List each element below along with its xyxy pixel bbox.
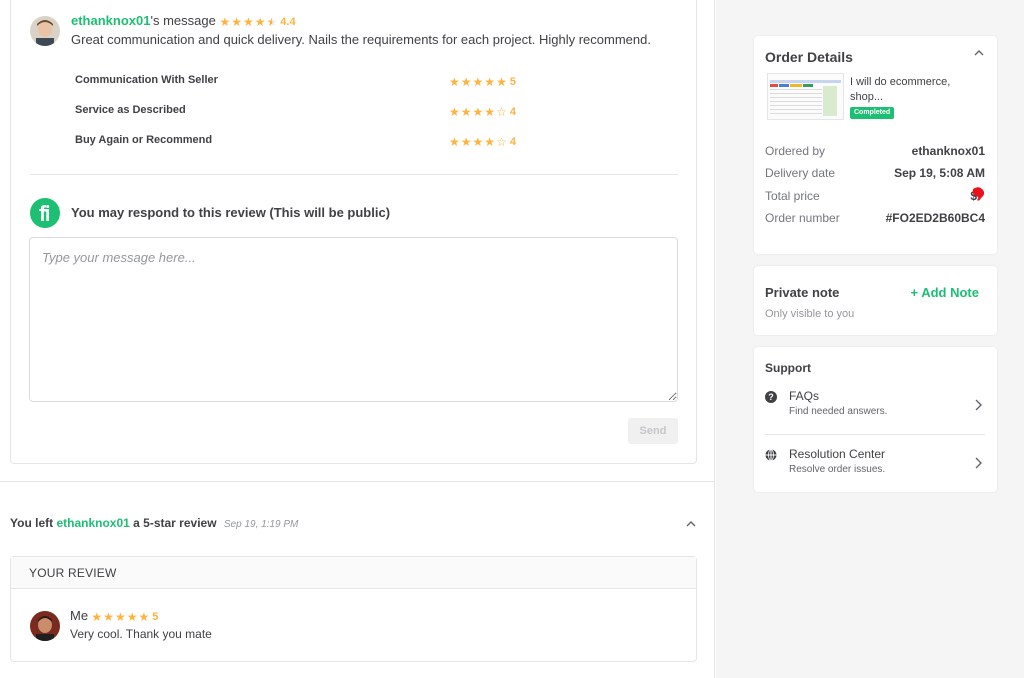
delivery-date-value: Sep 19, 5:08 AM (894, 166, 985, 180)
status-badge: Completed (850, 107, 895, 119)
empty-star-icon: ☆ (496, 134, 507, 149)
gig-title-line: I will do ecommerce, (850, 76, 951, 88)
add-note-button[interactable]: + Add Note (911, 285, 980, 300)
star-icon: ★ (254, 14, 266, 29)
ordered-by-label: Ordered by (765, 144, 826, 158)
star-icon: ★ (449, 134, 460, 149)
star-icon: ★ (114, 609, 126, 624)
fiverr-logo-icon (30, 198, 60, 228)
breakdown-label-communication: Communication With Seller (75, 74, 218, 86)
section-divider (30, 174, 678, 175)
chevron-right-icon (972, 398, 984, 412)
gig-title[interactable]: I will do ecommerce, shop... (850, 75, 950, 105)
private-note-subtitle: Only visible to you (765, 308, 855, 320)
respond-title: You may respond to this review (This wil… (71, 205, 391, 220)
seller-review-header: ethanknox01's message ★ ★ ★ ★ ★ 4.4 (71, 13, 296, 28)
main-column: ethanknox01's message ★ ★ ★ ★ ★ 4.4 Great co… (0, 0, 715, 678)
my-name: Me (70, 608, 89, 623)
my-rating-value: 5 (152, 610, 159, 623)
breakdown-stars-buy-again: ★ ★ ★ ★ ☆ 4 (449, 133, 516, 151)
star-icon: ★ (242, 14, 254, 29)
star-icon: ★ (472, 74, 484, 89)
gig-thumbnail[interactable] (767, 73, 844, 120)
star-icon: ★ (472, 134, 484, 149)
gig-title-line: shop... (850, 91, 884, 103)
breakdown-stars-communication: ★ ★ ★ ★ ★ 5 (449, 73, 516, 91)
your-review-card: YOUR REVIEW Me ★ ★ ★ ★ ★ 5 Very cool. Thank y… (10, 556, 697, 662)
star-icon: ★ (484, 134, 496, 149)
my-avatar (30, 611, 60, 641)
ordered-by-value[interactable]: ethanknox01 (912, 144, 985, 158)
message-suffix: 's message (150, 13, 216, 28)
support-item-title: Resolution Center (789, 447, 886, 461)
star-icon: ★ (138, 609, 150, 624)
redaction-mark (970, 186, 986, 204)
support-item-title: FAQs (789, 389, 820, 403)
order-details-card: Order Details I will do ecommerce, shop.… (754, 36, 997, 254)
review-date: Sep 19, 1:19 PM (223, 519, 299, 530)
section-divider (0, 481, 715, 482)
star-icon: ★ (460, 134, 472, 149)
seller-username-link[interactable]: ethanknox01 (71, 13, 150, 28)
response-message-input[interactable] (29, 237, 678, 402)
support-item-subtitle: Resolve order issues. (789, 464, 886, 475)
support-title: Support (765, 361, 811, 375)
breakdown-label-buy-again: Buy Again or Recommend (75, 134, 213, 146)
empty-star-icon: ☆ (496, 104, 507, 119)
chevron-up-icon[interactable] (684, 517, 698, 531)
buyer-username-link[interactable]: ethanknox01 (56, 516, 129, 530)
chevron-right-icon (972, 456, 984, 470)
private-note-title: Private note (765, 285, 840, 300)
star-icon: ★ (91, 609, 103, 624)
breakdown-stars-service: ★ ★ ★ ★ ☆ 4 (449, 103, 516, 121)
order-number-label: Order number (765, 211, 840, 225)
order-details-title: Order Details (765, 49, 853, 65)
my-review-message: Very cool. Thank you mate (70, 627, 212, 641)
star-icon: ★ (126, 609, 138, 624)
support-item-subtitle: Find needed answers. (789, 406, 888, 417)
my-rating-stars: ★ ★ ★ ★ ★ (91, 611, 149, 623)
support-item-resolution-center[interactable]: Resolution Center Resolve order issues. (754, 443, 997, 487)
star-icon: ★ (103, 609, 114, 624)
seller-rating-stars: ★ ★ ★ ★ ★ (219, 16, 277, 28)
summary-suffix: a 5-star review (129, 516, 217, 530)
chevron-up-icon[interactable] (972, 46, 986, 60)
summary-prefix: You left (10, 516, 57, 530)
star-icon: ★ (496, 74, 507, 89)
star-icon: ★ (484, 104, 496, 119)
star-icon: ★ (472, 104, 484, 119)
support-card: Support ? FAQs Find needed answers. Reso… (754, 347, 997, 492)
question-icon: ? (765, 391, 777, 403)
send-button[interactable]: Send (628, 418, 678, 444)
star-icon: ★ (219, 14, 231, 29)
star-icon: ★ (449, 104, 460, 119)
your-review-header: YOUR REVIEW (29, 566, 117, 580)
star-icon: ★ (460, 104, 472, 119)
order-number-value: #FO2ED2B60BC4 (885, 211, 985, 225)
support-item-faqs[interactable]: ? FAQs Find needed answers. (754, 385, 997, 433)
star-icon: ★ (231, 14, 242, 29)
breakdown-label-service: Service as Described (75, 104, 186, 116)
star-icon: ★ (484, 74, 496, 89)
seller-avatar[interactable] (30, 16, 60, 46)
breakdown-value: 4 (509, 105, 516, 118)
seller-review-message: Great communication and quick delivery. … (71, 32, 651, 47)
half-star-icon: ★ (266, 14, 278, 29)
breakdown-value: 4 (509, 135, 516, 148)
left-review-summary: You left ethanknox01 a 5-star review Sep… (10, 516, 298, 530)
total-price-label: Total price (765, 189, 820, 203)
private-note-card: Private note + Add Note Only visible to … (754, 266, 997, 335)
star-icon: ★ (460, 74, 472, 89)
delivery-date-label: Delivery date (765, 166, 836, 180)
seller-rating-value: 4.4 (280, 15, 296, 28)
my-review-header: Me ★ ★ ★ ★ ★ 5 (70, 608, 158, 623)
globe-icon (765, 448, 777, 461)
breakdown-value: 5 (509, 75, 516, 88)
support-divider (765, 434, 985, 435)
star-icon: ★ (449, 74, 460, 89)
